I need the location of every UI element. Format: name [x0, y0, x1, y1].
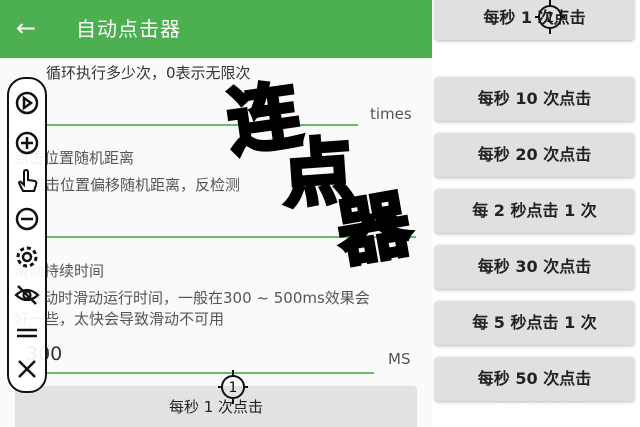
menu-icon[interactable]	[13, 319, 41, 347]
overlay-char-3: 器	[329, 179, 419, 278]
start-click-button[interactable]: 每秒 1 次点击	[16, 386, 416, 427]
duration-unit: MS	[388, 350, 411, 368]
gear-icon[interactable]	[13, 243, 41, 271]
preset-button[interactable]: 每秒 10 次点击	[435, 77, 634, 121]
play-icon[interactable]	[13, 89, 41, 117]
target-marker-top[interactable]: 1	[535, 0, 565, 34]
floating-toolbar	[7, 77, 47, 393]
preset-button[interactable]: 每秒 20 次点击	[435, 133, 634, 177]
app-bar: ← 自动点击器	[0, 0, 432, 58]
eye-off-icon[interactable]	[13, 281, 41, 309]
duration-input[interactable]	[46, 372, 374, 374]
page-title: 自动点击器	[76, 17, 181, 41]
arrow-left-icon[interactable]: ←	[16, 14, 36, 42]
preset-button[interactable]: 每秒 50 次点击	[435, 357, 634, 401]
pointer-icon[interactable]	[13, 167, 41, 195]
target-marker[interactable]: 1	[218, 370, 248, 404]
overlay-title: 连 点 器	[220, 70, 430, 278]
close-icon[interactable]	[13, 355, 41, 383]
random-desc: 点击位置偏移随机距离，反检测	[30, 176, 241, 194]
add-icon[interactable]	[13, 129, 41, 157]
target-number: 1	[546, 10, 555, 26]
preset-button[interactable]: 每 5 秒点击 1 次	[435, 301, 634, 345]
preset-button[interactable]: 每 2 秒点击 1 次	[435, 189, 634, 233]
watermark: 百家号/游戏在积木	[494, 403, 595, 417]
preset-button[interactable]: 每秒 30 次点击	[435, 245, 634, 289]
preset-panel: 每秒 1 次点击 每秒 10 次点击 每秒 20 次点击 每 2 秒点击 1 次…	[432, 0, 640, 427]
target-number: 1	[229, 380, 238, 396]
remove-icon[interactable]	[13, 205, 41, 233]
duration-desc-line1: 滑动时滑动运行时间，一般在300 ~ 500ms效果会	[28, 289, 370, 307]
